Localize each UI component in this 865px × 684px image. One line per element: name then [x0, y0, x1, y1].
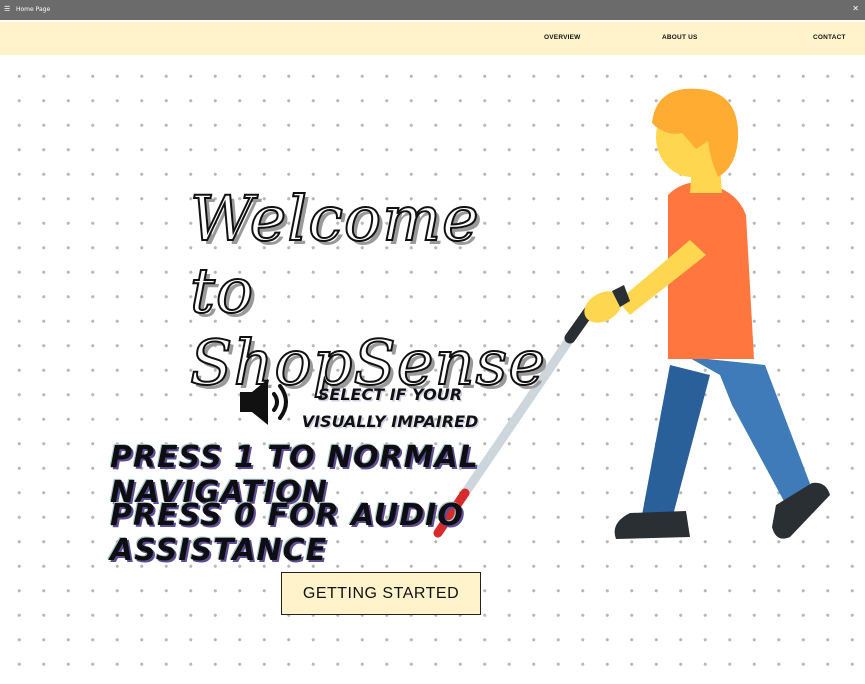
speaker-icon[interactable]: [238, 375, 292, 429]
welcome-heading: Welcome to ShopSense: [189, 182, 546, 400]
close-icon[interactable]: ✕: [852, 4, 859, 13]
window-menu-icon[interactable]: ☰: [4, 5, 10, 13]
visually-impaired-prompt[interactable]: SELECT IF YOUR VISUALLY IMPAIRED: [300, 381, 480, 435]
top-navbar: OVERVIEW ABOUT US CONTACT: [0, 22, 865, 55]
window-titlebar: ☰ Home Page ✕: [0, 0, 865, 20]
nav-overview[interactable]: OVERVIEW: [544, 34, 581, 41]
nav-about-us[interactable]: ABOUT US: [662, 34, 698, 41]
getting-started-button[interactable]: GETTING STARTED: [281, 572, 481, 615]
select-line-2: VISUALLY IMPAIRED: [301, 412, 479, 431]
window-title: Home Page: [16, 6, 51, 13]
welcome-line-1: Welcome to: [189, 182, 480, 328]
select-line-1: SELECT IF YOUR: [317, 385, 463, 404]
dotted-background: Welcome to ShopSense SELECT IF YOUR VISU…: [0, 55, 865, 684]
press-0-instruction: PRESS 0 FOR AUDIO ASSISTANCE: [110, 498, 464, 568]
nav-contact[interactable]: CONTACT: [813, 34, 846, 41]
